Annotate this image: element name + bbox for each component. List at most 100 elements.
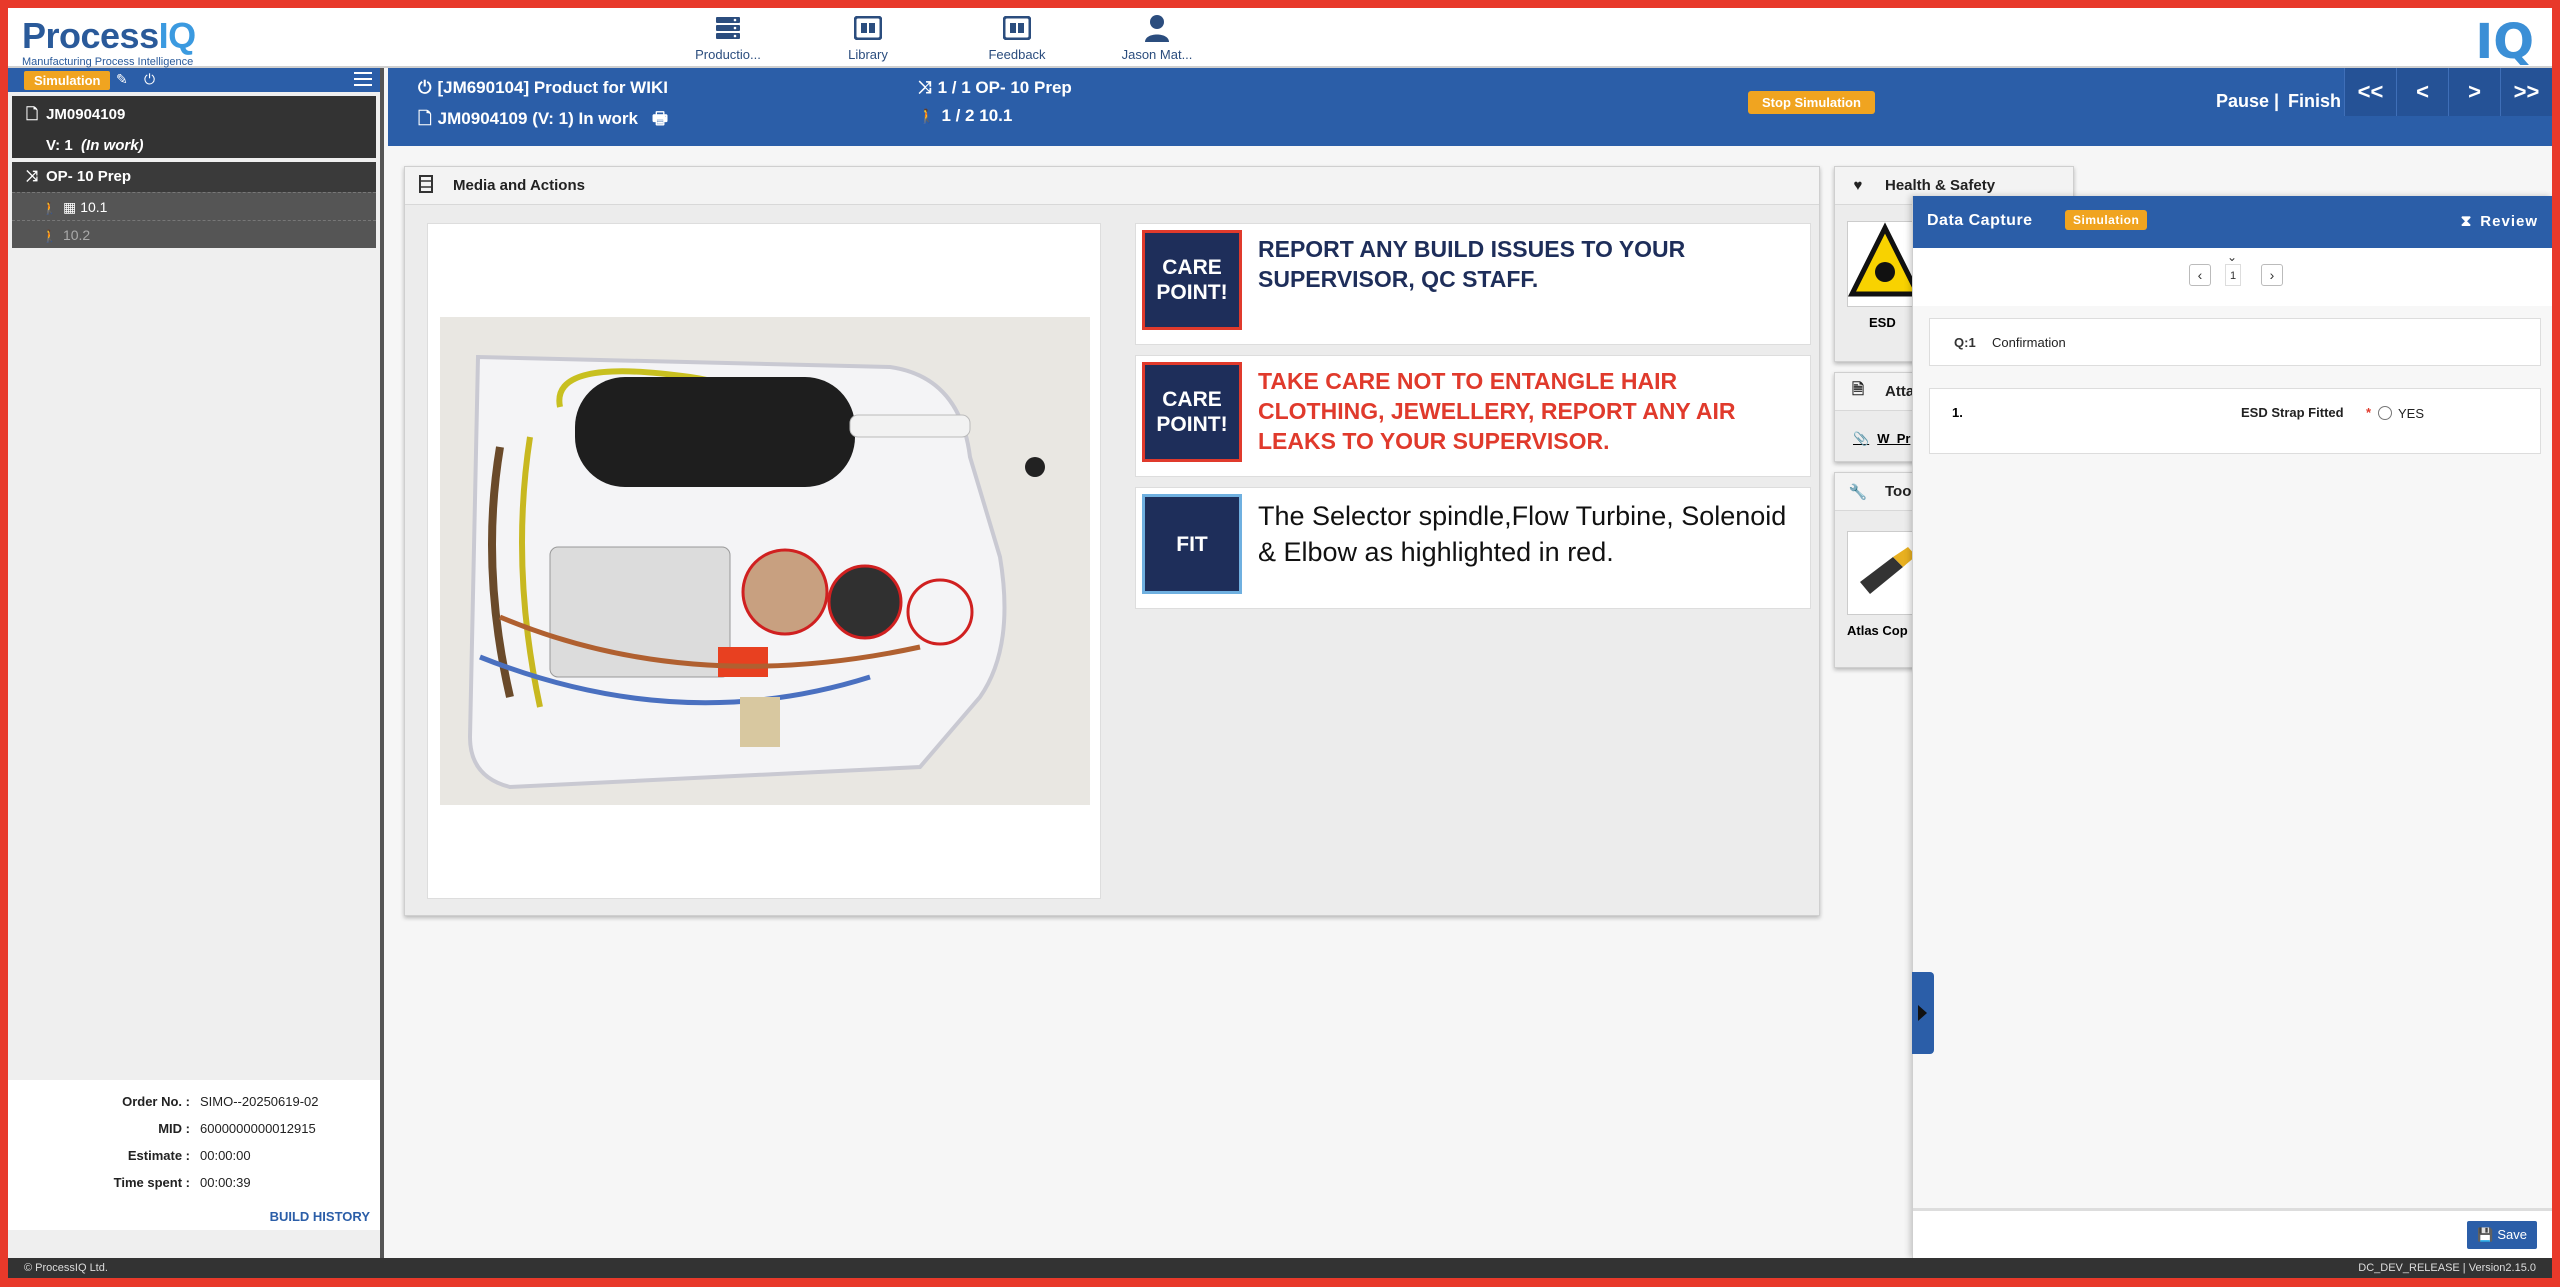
time-spent-value: 00:00:39 [200,1175,251,1190]
power-icon[interactable]: ⏻ [144,71,155,88]
operation-progress: ⤨ 1 / 1 OP- 10 Prep [918,78,1072,97]
nav-library[interactable]: Library [813,14,923,62]
heart-icon: ♥ [1853,177,1863,194]
sidebar-step-item[interactable]: 🚶 10.2 [12,220,376,248]
step-label: 10.1 [80,199,108,215]
product-title: ⏻ [JM690104] Product for WIKI [418,78,668,97]
care-point-card: CARE POINT! REPORT ANY BUILD ISSUES TO Y… [1135,223,1811,345]
sidebar-job-item[interactable]: 🗋 JM0904109 V: 1 (In work) [12,96,376,158]
hamburger-menu-icon[interactable] [354,72,372,86]
job-id: JM0904109 [46,106,126,123]
copyright-text: © ProcessIQ Ltd. [24,1262,108,1274]
care-point-text: REPORT ANY BUILD ISSUES TO YOUR SUPERVIS… [1258,236,1686,292]
yes-radio[interactable] [2378,406,2392,420]
item-label: ESD Strap Fitted [2241,405,2344,420]
job-version: V: 1 [46,137,73,154]
last-step-button[interactable]: >> [2500,68,2552,116]
fit-badge: FIT [1142,494,1242,594]
document-icon: 🗋 [418,109,432,128]
review-button[interactable]: ⧗ Review [2461,213,2538,230]
previous-question-button[interactable]: ‹ [2189,264,2211,286]
user-icon [1142,14,1172,42]
next-step-button[interactable]: > [2448,68,2500,116]
work-instruction-header: ⏻ [JM690104] Product for WIKI 🗋 JM0904109 … [388,68,2552,146]
chevron-down-icon[interactable]: ⌄ [2227,250,2237,264]
order-number-value: SIMO--20250619-02 [200,1094,319,1109]
attachment-link: 📎 W_Pr [1853,431,1911,446]
sidebar-step-item[interactable]: 🚶 ▦ 10.1 [12,192,376,220]
fit-instruction-text: The Selector spindle,Flow Turbine, Solen… [1258,501,1787,567]
table-icon: ▦ [62,199,77,215]
walk-icon: 🚶 [42,201,57,215]
film-icon [419,174,435,197]
nav-user-label: Jason Mat... [1121,47,1193,62]
product-photo[interactable] [440,317,1090,805]
shuffle-icon: ⤨ [26,168,39,185]
library-icon [853,14,883,42]
window-border [0,1278,2560,1287]
nav-feedback[interactable]: Feedback [962,14,1072,62]
version-text: DC_DEV_RELEASE | Version2.15.0 [2358,1262,2536,1274]
pause-button[interactable]: Pause | [2216,91,2279,112]
estimate-value: 00:00:00 [200,1148,251,1163]
save-button[interactable]: 💾 Save [2467,1221,2537,1249]
iq-brand-mark: IQ [2475,14,2534,70]
next-question-button[interactable]: › [2261,264,2283,286]
question-page-number[interactable]: 1 [2225,264,2241,286]
care-point-text: TAKE CARE NOT TO ENTANGLE HAIR CLOTHING,… [1258,368,1736,454]
tool-label: Atlas Cop [1847,623,1908,638]
nav-production[interactable]: Productio... [673,14,783,62]
health-safety-title: Health & Safety [1885,177,1996,194]
previous-step-button[interactable]: < [2396,68,2448,116]
mid-value: 6000000000012915 [200,1121,316,1136]
step-label: 10.2 [62,227,91,243]
data-capture-drawer: Data Capture Simulation ⧗ Review ‹ ⌄ 1 › … [1912,196,2552,1258]
first-step-button[interactable]: << [2344,68,2396,116]
esd-label: ESD [1869,315,1896,330]
sidebar-operation-item[interactable]: ⤨ OP- 10 Prep [12,162,376,192]
media-panel-title: Media and Actions [453,177,585,194]
yes-option-label: YES [2398,406,2425,421]
order-number-label: Order No. : [122,1094,190,1109]
logo-tagline: Manufacturing Process Intelligence [22,56,194,68]
document-icon: 🗋 [26,106,39,123]
media-actions-panel: Media and Actions CARE POINT! REPORT ANY… [404,166,1820,916]
step-progress: 🚶 1 / 2 10.1 [918,106,1013,125]
logo-wordmark: ProcessIQ [22,15,196,56]
care-point-badge: CARE POINT! [1142,230,1242,330]
drawer-toggle-handle[interactable] [1912,972,1934,1054]
question-pager: ‹ ⌄ 1 › [1913,248,2552,306]
attachments-title: Atta [1885,383,1915,400]
data-capture-header: Data Capture Simulation ⧗ Review [1913,196,2552,248]
nav-user[interactable]: Jason Mat... [1102,14,1212,62]
server-stack-icon [713,14,743,42]
processiq-logo[interactable]: ProcessIQ Manufacturing Process Intellig… [22,15,196,69]
build-history-link[interactable]: BUILD HISTORY [270,1209,370,1224]
tools-title: Tool [1885,483,1916,500]
wrench-icon: 🔧 [1848,483,1868,501]
walk-icon: 🚶 [918,108,936,124]
edit-icon[interactable]: ✎ [116,71,128,88]
status-footer: © ProcessIQ Ltd. DC_DEV_RELEASE | Versio… [8,1258,2552,1278]
sidebar-header: Simulation ✎ ⏻ [8,68,380,92]
data-capture-footer: 💾 Save [1913,1208,2552,1258]
paperclip-icon: 📎 [1853,431,1870,446]
question-number: Q:1 [1954,335,1976,350]
top-navigation-bar: ProcessIQ Manufacturing Process Intellig… [8,8,2552,70]
simulation-badge: Simulation [24,71,111,90]
job-status: (In work) [81,137,144,154]
hourglass-icon: ⧗ [2460,213,2473,230]
document-icon: 🗎 [1851,381,1865,398]
media-panel-header: Media and Actions [405,167,1819,205]
media-image-container [427,223,1101,899]
question-header: Q:1 Confirmation [1929,318,2541,366]
finish-button[interactable]: Finish [2288,91,2341,112]
shuffle-icon: ⤨ [918,78,932,97]
walk-icon: 🚶 [42,229,57,243]
print-icon[interactable]: 🖶 [652,109,668,128]
care-point-card: CARE POINT! TAKE CARE NOT TO ENTANGLE HA… [1135,355,1811,477]
power-icon: ⏻ [418,78,432,97]
nav-library-label: Library [848,47,888,62]
time-spent-label: Time spent : [113,1175,190,1190]
stop-simulation-button[interactable]: Stop Simulation [1748,91,1875,114]
